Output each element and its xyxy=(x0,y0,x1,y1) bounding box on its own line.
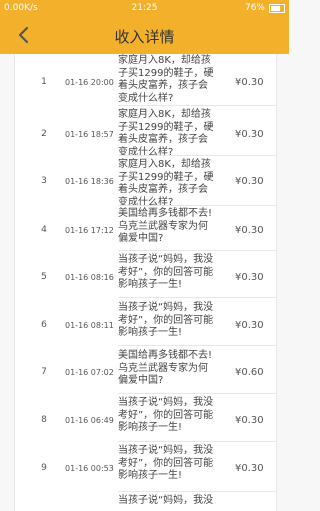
row-index: 4 xyxy=(41,225,47,235)
row-amount: ¥0.30 xyxy=(235,463,264,474)
list-item[interactable]: 8 01-16 06:49 当孩子说“妈妈，我没考好”，你的回答可能影响孩子一生… xyxy=(15,394,276,442)
row-index: 7 xyxy=(41,367,47,377)
list-item[interactable]: 1 01-16 20:00 家庭月入8K，却给孩子买1299的鞋子，硬着头皮富养… xyxy=(15,54,276,112)
battery-icon xyxy=(269,3,285,13)
row-title: 当孩子说“妈妈，我没考好”，你的回答可能影响孩子一生! xyxy=(118,302,214,338)
row-index: 8 xyxy=(41,415,47,425)
page-title: 收入详情 xyxy=(114,28,175,46)
header-bar: 收入详情 xyxy=(0,16,289,54)
row-title: 美国给再多钱都不去!乌克兰武器专家为何偏爱中国? xyxy=(118,350,213,386)
list-item[interactable]: 4 01-16 17:12 美国给再多钱都不去!乌克兰武器专家为何偏爱中国? ¥… xyxy=(15,206,276,252)
row-amount: ¥0.30 xyxy=(235,272,264,283)
list-item[interactable]: 6 01-16 08:11 当孩子说“妈妈，我没考好”，你的回答可能影响孩子一生… xyxy=(15,299,276,347)
income-list: 1 01-16 20:00 家庭月入8K，却给孩子买1299的鞋子，硬着头皮富养… xyxy=(14,54,277,511)
row-title: 当孩子说“妈妈，我没考好”，你的回答可能影响孩子一生! xyxy=(118,254,214,290)
list-item[interactable]: 3 01-16 18:36 家庭月入8K，却给孩子买1299的鞋子，硬着头皮富养… xyxy=(15,156,276,208)
list-item[interactable]: 9 01-16 00:53 当孩子说“妈妈，我没考好”，你的回答可能影响孩子一生… xyxy=(15,442,276,492)
battery-percent: 76% xyxy=(244,3,265,13)
list-item[interactable]: 当孩子说“妈妈，我没 xyxy=(15,492,276,511)
row-index: 9 xyxy=(41,463,47,473)
row-amount: ¥0.30 xyxy=(235,176,264,187)
row-amount: ¥0.30 xyxy=(235,77,264,88)
list-item[interactable]: 5 01-16 08:16 当孩子说“妈妈，我没考好”，你的回答可能影响孩子一生… xyxy=(15,251,276,299)
status-icons: 76% xyxy=(245,3,285,13)
row-title: 当孩子说“妈妈，我没考好”，你的回答可能影响孩子一生! xyxy=(118,445,214,481)
row-index: 1 xyxy=(41,77,47,87)
row-index: 2 xyxy=(41,129,47,139)
row-divider xyxy=(118,345,276,346)
row-amount: ¥0.30 xyxy=(235,415,264,426)
row-title: 家庭月入8K，却给孩子买1299的鞋子，硬着头皮富养，孩子会变成什么样? xyxy=(118,55,214,104)
row-amount: ¥0.60 xyxy=(235,367,264,378)
list-item[interactable]: 2 01-16 18:57 家庭月入8K，却给孩子买1299的鞋子，硬着头皮富养… xyxy=(15,106,276,158)
status-bar: 0.00K/s 21:25 76% xyxy=(0,0,289,16)
row-title: 家庭月入8K，却给孩子买1299的鞋子，硬着头皮富养，孩子会变成什么样? xyxy=(118,109,214,158)
row-title: 当孩子说“妈妈，我没 xyxy=(118,495,214,506)
row-title: 家庭月入8K，却给孩子买1299的鞋子，硬着头皮富养，孩子会变成什么样? xyxy=(118,159,214,208)
row-title: 当孩子说“妈妈，我没考好”，你的回答可能影响孩子一生! xyxy=(118,397,214,433)
row-index: 3 xyxy=(41,176,47,186)
list-item[interactable]: 7 01-16 07:02 美国给再多钱都不去!乌克兰武器专家为何偏爱中国? ¥… xyxy=(15,348,276,394)
row-index: 6 xyxy=(41,320,47,330)
row-amount: ¥0.30 xyxy=(235,225,264,236)
row-title: 美国给再多钱都不去!乌克兰武器专家为何偏爱中国? xyxy=(118,208,213,244)
row-amount: ¥0.30 xyxy=(235,129,264,140)
row-index: 5 xyxy=(41,272,47,282)
row-divider xyxy=(118,297,276,298)
row-amount: ¥0.30 xyxy=(235,320,264,331)
